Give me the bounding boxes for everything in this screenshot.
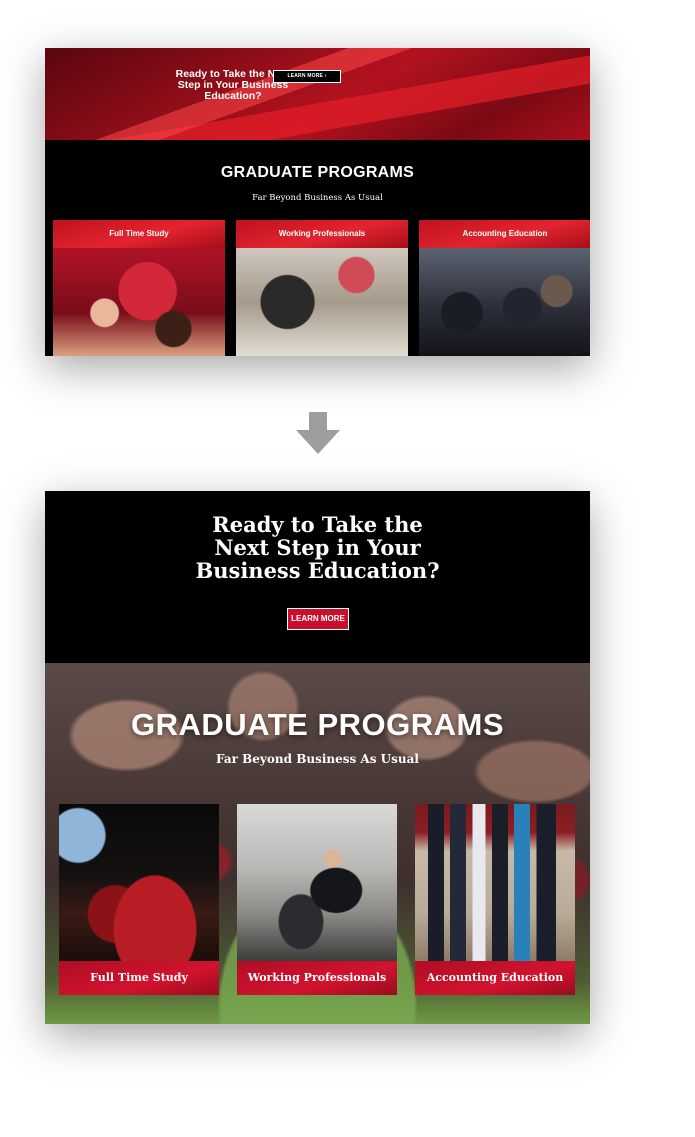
cta-banner: Ready to Take the Next Step in Your Busi… [45,48,590,140]
section-subtitle: Far Beyond Business As Usual [252,193,383,203]
program-tile-working-professionals[interactable]: Working Professionals [236,220,408,356]
program-tile-accounting[interactable]: Accounting Education [415,804,575,995]
cta-hero-line: Next Step in Your [214,535,421,560]
program-tile-label: Working Professionals [236,220,408,248]
program-tile-accounting[interactable]: Accounting Education [419,220,590,356]
program-tile-full-time[interactable]: Full Time Study [53,220,225,356]
networking-event-photo [419,248,590,356]
program-tile-label: Accounting Education [419,220,590,248]
before-screenshot: Ready to Take the Next Step in Your Busi… [45,48,590,356]
learn-more-button[interactable]: LEARN MORE › [273,70,341,83]
program-tile-label: Full Time Study [59,961,219,995]
program-tile-label: Working Professionals [237,961,397,995]
down-arrow-icon [296,412,340,454]
cta-hero-line: Business Education? [195,558,440,583]
graduate-programs-section: GRADUATE PROGRAMS Far Beyond Business As… [45,663,590,1024]
program-tile-label: Accounting Education [415,961,575,995]
cta-hero-line: Ready to Take the [212,512,423,537]
commencement-photo [59,804,219,961]
program-tile-label: Full Time Study [53,220,225,248]
program-tile-full-time[interactable]: Full Time Study [59,804,219,995]
program-tile-working-professionals[interactable]: Working Professionals [237,804,397,995]
meeting-photo [236,248,408,356]
cta-hero-heading: Ready to Take the Next Step in Your Busi… [45,513,590,582]
section-title: GRADUATE PROGRAMS [220,164,415,181]
cta-hero: Ready to Take the Next Step in Your Busi… [45,491,590,663]
group-photo [415,804,575,961]
speaker-photo [237,804,397,961]
after-screenshot: Ready to Take the Next Step in Your Busi… [45,491,590,1024]
section-subtitle: Far Beyond Business As Usual [216,752,419,766]
graduates-photo [53,248,225,356]
section-title: GRADUATE PROGRAMS [130,707,505,742]
learn-more-button[interactable]: LEARN MORE [287,608,349,630]
